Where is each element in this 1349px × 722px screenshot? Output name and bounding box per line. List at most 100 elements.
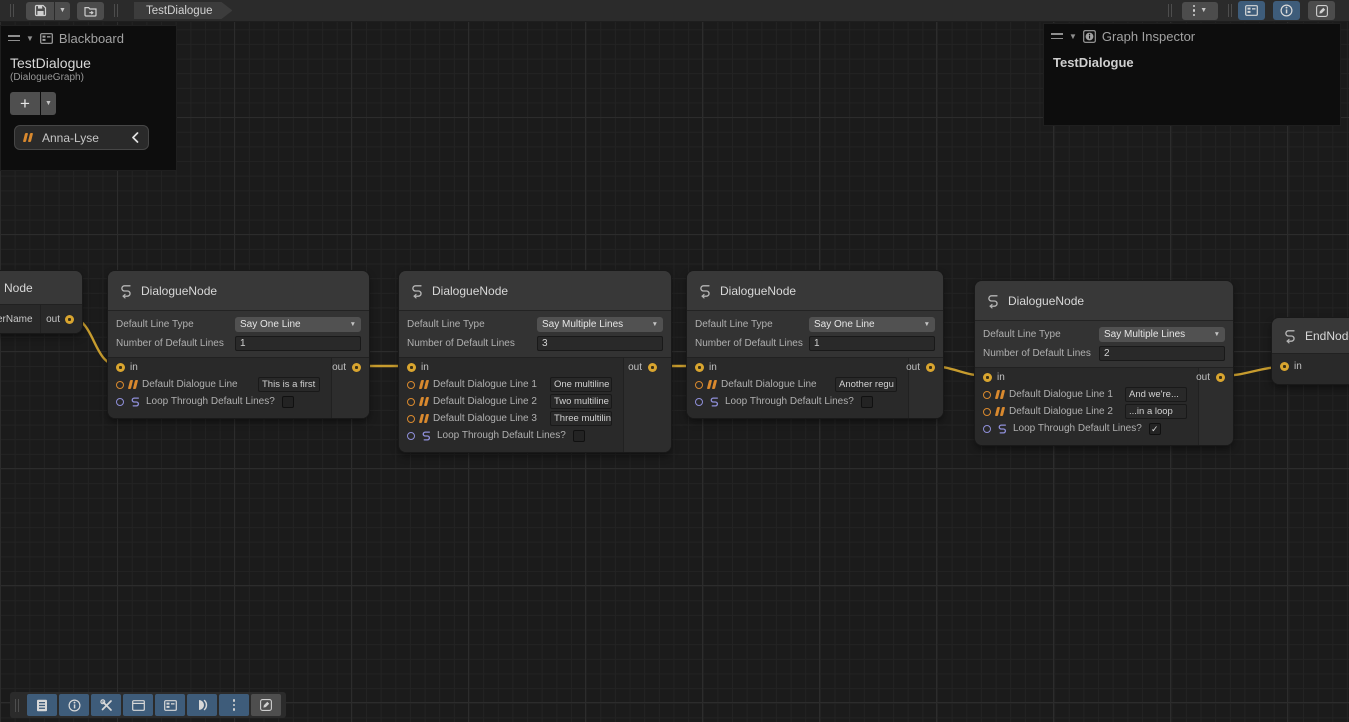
bool-port[interactable] [695, 398, 703, 406]
save-options-button[interactable]: ▼ [55, 2, 70, 20]
dialogue-node-3: DialogueNode Default Line Type Say One L… [687, 271, 943, 418]
string-port[interactable] [695, 381, 703, 389]
out-port[interactable] [352, 363, 361, 372]
blackboard-header[interactable]: ▼ Blackboard [1, 26, 176, 50]
toolbar-drag-handle[interactable] [15, 699, 19, 712]
bool-port[interactable] [983, 425, 991, 433]
line-value-field[interactable]: ...in a loop [1125, 404, 1187, 419]
toggle-live-edit-button[interactable] [1308, 1, 1335, 20]
open-asset-button[interactable] [77, 2, 104, 20]
console-button[interactable] [27, 694, 57, 716]
node-titlebar[interactable]: DialogueNode [975, 281, 1233, 320]
string-port[interactable] [407, 398, 415, 406]
node-titlebar[interactable]: DialogueNode [687, 271, 943, 310]
num-lines-field[interactable]: 3 [537, 336, 663, 351]
out-port[interactable] [1216, 373, 1225, 382]
toggle-blackboard-button[interactable] [1238, 1, 1265, 20]
in-port[interactable] [407, 363, 416, 372]
transitions-button[interactable] [187, 694, 217, 716]
num-lines-field[interactable]: 1 [235, 336, 361, 351]
node-title: DialogueNode [720, 284, 796, 298]
line-type-dropdown[interactable]: Say Multiple Lines ▼ [1099, 327, 1225, 342]
out-port[interactable] [65, 315, 74, 324]
in-port-label: in [1294, 361, 1302, 372]
in-port[interactable] [116, 363, 125, 372]
caret-down-icon: ▼ [652, 321, 658, 328]
out-port[interactable] [648, 363, 657, 372]
string-quote-icon [419, 380, 429, 389]
blackboard-field-anna-lyse[interactable]: Anna-Lyse [14, 125, 149, 150]
inspector-button[interactable] [59, 694, 89, 716]
inspector-header[interactable]: ▼ Graph Inspector [1044, 24, 1340, 48]
node-titlebar[interactable]: EndNode [1272, 318, 1349, 353]
in-port[interactable] [1280, 362, 1289, 371]
loop-checkbox[interactable]: ✓ [1149, 423, 1161, 435]
info-icon [68, 699, 81, 712]
line-value-field[interactable]: Three multilin [550, 411, 612, 426]
chevron-left-icon[interactable] [131, 132, 139, 143]
line-type-dropdown[interactable]: Say One Line ▼ [235, 317, 361, 332]
num-lines-field[interactable]: 1 [809, 336, 935, 351]
live-edit-button[interactable] [251, 694, 281, 716]
caret-down-icon: ▼ [45, 100, 52, 107]
window-icon [132, 700, 145, 711]
line-value-field[interactable]: One multiline [550, 377, 612, 392]
line-value-field[interactable]: And we're... [1125, 387, 1187, 402]
string-port[interactable] [983, 391, 991, 399]
drag-handle-icon[interactable] [8, 35, 20, 41]
tools-button[interactable] [91, 694, 121, 716]
toolbar-separator [1168, 4, 1172, 17]
node-properties: Default Line Type Say One Line ▼ Number … [108, 310, 369, 357]
out-port[interactable] [926, 363, 935, 372]
blackboard-icon [164, 700, 177, 711]
string-quote-icon [995, 390, 1005, 399]
collapse-caret-icon[interactable]: ▼ [26, 34, 34, 43]
line-value-field[interactable]: Another regu [835, 377, 897, 392]
in-port-label: in [130, 362, 138, 373]
line-value-field[interactable]: Two multiline [550, 394, 612, 409]
loop-checkbox[interactable] [282, 396, 294, 408]
line-type-dropdown[interactable]: Say One Line ▼ [809, 317, 935, 332]
line-type-dropdown[interactable]: Say Multiple Lines ▼ [537, 317, 663, 332]
collapse-caret-icon[interactable]: ▼ [1069, 32, 1077, 41]
dialogue-node-1: DialogueNode Default Line Type Say One L… [108, 271, 369, 418]
add-variable-button[interactable]: + [10, 92, 40, 115]
node-title: DialogueNode [432, 284, 508, 298]
add-variable-dropdown[interactable]: ▼ [41, 92, 56, 115]
node-titlebar[interactable]: DialogueNode [108, 271, 369, 310]
toggle-inspector-button[interactable] [1273, 1, 1300, 20]
info-icon [1280, 4, 1293, 17]
bool-port[interactable] [116, 398, 124, 406]
line-label: Default Dialogue Line 1 [433, 379, 537, 390]
in-port[interactable] [983, 373, 992, 382]
more-button[interactable] [219, 694, 249, 716]
blackboard-icon [1245, 5, 1258, 16]
loop-checkbox[interactable] [573, 430, 585, 442]
node-titlebar[interactable]: DialogueNode [399, 271, 671, 310]
graph-options-button[interactable]: ▼ [1182, 2, 1218, 20]
node-titlebar[interactable]: Node [0, 271, 82, 304]
blackboard-graph-type: (DialogueGraph) [1, 71, 176, 83]
bool-port[interactable] [407, 432, 415, 440]
line-value-field[interactable]: This is a first [258, 377, 320, 392]
string-quote-icon [419, 414, 429, 423]
blackboard-graph-name: TestDialogue [1, 50, 176, 71]
drag-handle-icon[interactable] [1051, 33, 1063, 39]
num-lines-field[interactable]: 2 [1099, 346, 1225, 361]
window-button[interactable] [123, 694, 153, 716]
caret-down-icon: ▼ [924, 321, 930, 328]
toolbar-drag-handle[interactable] [10, 4, 14, 17]
breadcrumb-tab-testdialogue[interactable]: TestDialogue [134, 2, 232, 19]
in-port[interactable] [695, 363, 704, 372]
node-ports: in Default Dialogue Line 1 One multiline… [399, 357, 671, 452]
string-port[interactable] [407, 415, 415, 423]
blackboard-button[interactable] [155, 694, 185, 716]
loop-checkbox[interactable] [861, 396, 873, 408]
open-folder-icon [84, 5, 97, 17]
string-port[interactable] [407, 381, 415, 389]
string-port[interactable] [116, 381, 124, 389]
top-toolbar: ▼ TestDialogue ▼ [0, 0, 1349, 22]
string-port[interactable] [983, 408, 991, 416]
transition-icon [196, 699, 209, 711]
save-button[interactable] [26, 2, 54, 20]
